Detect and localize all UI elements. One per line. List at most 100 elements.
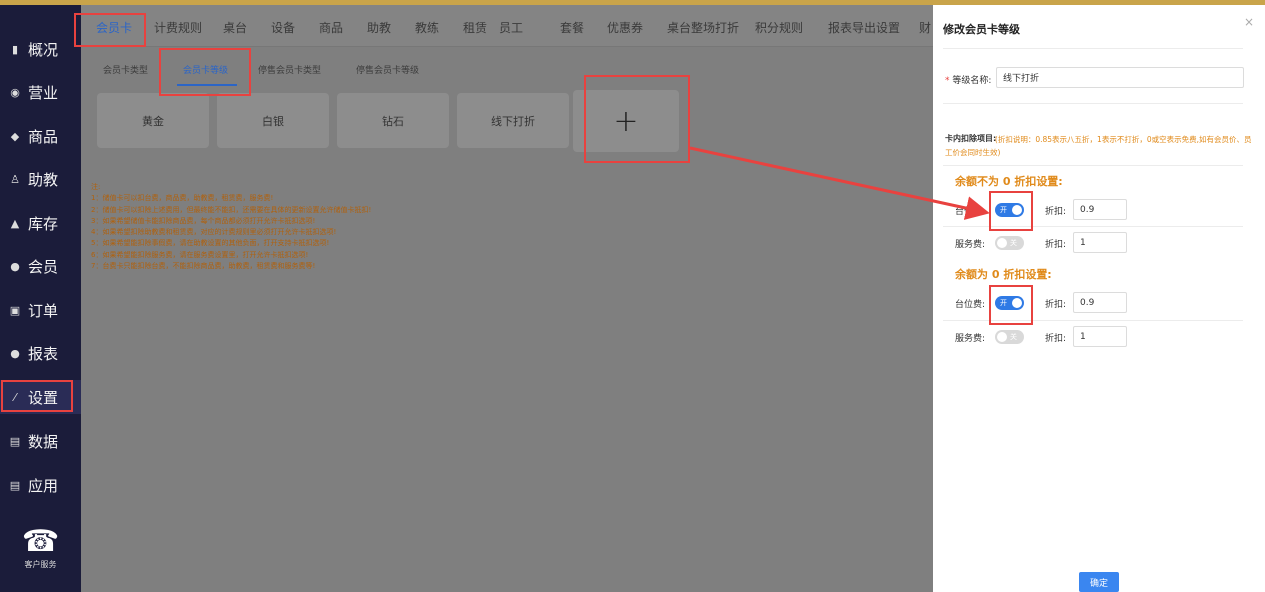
annotation-box-settings-item [1, 380, 73, 412]
sidebar-item-apps[interactable]: ▤ 应用 [0, 468, 81, 502]
note-line: 2：储值卡可以扣除上述费用，但最终能不能扣，还需要在具体的更新设置允许储值卡抵扣… [91, 205, 372, 214]
member-icon: ● [10, 259, 20, 273]
sidebar-item-assistant[interactable]: ♙ 助教 [0, 162, 81, 196]
bar-chart-icon: ▮ [11, 42, 19, 56]
level-card-offline-discount[interactable]: 线下打折 [457, 93, 569, 148]
tab-points-rules[interactable]: 积分规则 [755, 19, 803, 36]
sidebar-item-inventory[interactable]: ▲ 库存 [0, 206, 81, 240]
sidebar-item-member[interactable]: ● 会员 [0, 249, 81, 283]
level-name-label: * 等级名称: [945, 73, 991, 86]
tab-coaches[interactable]: 教练 [415, 19, 439, 36]
customer-service[interactable]: ☎ 客户服务 [0, 525, 81, 570]
toggle-text: 关 [1010, 333, 1017, 341]
table-fee-discount-input[interactable] [1073, 292, 1127, 313]
sidebar-item-label: 会员 [28, 257, 59, 276]
level-name-input[interactable] [996, 67, 1244, 88]
toggle-text: 关 [1010, 239, 1017, 247]
top-nav: 会员卡 计费规则 桌台 设备 商品 助教 教练 租赁 员工 套餐 优惠券 桌台整… [81, 5, 933, 47]
tab-finance[interactable]: 财 [919, 19, 931, 36]
telephone-icon: ☎ [21, 524, 60, 559]
sidebar-item-reports[interactable]: ● 报表 [0, 336, 81, 370]
discount-label: 折扣: [1045, 240, 1067, 250]
sidebar-item-orders[interactable]: ▣ 订单 [0, 293, 81, 327]
tab-goods[interactable]: 商品 [319, 19, 343, 36]
sidebar-item-label: 报表 [28, 344, 59, 363]
tab-report-export[interactable]: 报表导出设置 [828, 19, 900, 36]
tab-coupons[interactable]: 优惠券 [607, 19, 643, 36]
subtab-card-types[interactable]: 会员卡类型 [103, 63, 148, 76]
confirm-button[interactable]: 确定 [1079, 572, 1119, 592]
table-fee-discount-input[interactable] [1073, 199, 1127, 220]
level-card-silver[interactable]: 白银 [217, 93, 329, 148]
tab-assistants[interactable]: 助教 [367, 19, 391, 36]
note-line: 1：储值卡可以扣台费，商品费，助教费，租赁费，服务费! [91, 194, 274, 203]
divider [943, 165, 1243, 166]
sidebar-item-label: 数据 [28, 432, 59, 451]
panel-title: 修改会员卡等级 [943, 23, 1020, 36]
service-fee-label: 服务费: [955, 240, 986, 250]
sidebar-item-label: 订单 [28, 301, 59, 320]
tab-devices[interactable]: 设备 [271, 19, 295, 36]
discount-label: 折扣: [1045, 334, 1067, 344]
divider [943, 103, 1243, 104]
required-marker: * [945, 76, 950, 86]
level-name-label-text: 等级名称: [952, 76, 992, 86]
service-fee-label: 服务费: [955, 334, 986, 344]
sidebar-item-data[interactable]: ▤ 数据 [0, 424, 81, 458]
warehouse-icon: ▲ [10, 216, 20, 230]
notes-title: 注: [91, 183, 101, 191]
tab-packages[interactable]: 套餐 [560, 19, 584, 36]
sidebar-item-label: 库存 [28, 214, 59, 233]
note-line: 6：如果希望能扣除服务费，请在服务费设置里，打开允许卡抵扣选项! [91, 250, 309, 259]
app-icon: ▤ [9, 478, 21, 492]
level-card-diamond[interactable]: 钻石 [337, 93, 449, 148]
goods-icon: ◆ [10, 129, 20, 143]
annotation-box-add-button [584, 75, 690, 163]
sidebar-item-label: 应用 [28, 476, 59, 495]
divider [943, 226, 1243, 227]
service-fee-toggle[interactable]: 关 [995, 330, 1024, 344]
sidebar-item-label: 营业 [28, 83, 59, 102]
annotation-box-card-level-tab [159, 48, 251, 96]
data-icon: ▤ [9, 434, 21, 448]
sidebar: ▮ 概况 ◉ 营业 ◆ 商品 ♙ 助教 ▲ 库存 ● 会员 ▣ 订单 ● 报表 ⁄ 设置 ▤ 数据 … [0, 5, 81, 592]
subtab-discontinued-levels[interactable]: 停售会员卡等级 [356, 63, 419, 76]
annotation-box-member-card-tab [74, 13, 146, 47]
deduct-note-text: (折扣说明：0.85表示八五折，1表示不打折，0或空表示免费,如有会员价、员工价… [945, 135, 1252, 157]
divider [943, 48, 1243, 49]
tab-billing-rules[interactable]: 计费规则 [154, 19, 202, 36]
annotation-box-toggle-2 [989, 285, 1033, 325]
section-balance-zero-title: 余额为 0 折扣设置: [955, 268, 1052, 281]
sidebar-item-goods[interactable]: ◆ 商品 [0, 119, 81, 153]
sidebar-item-label: 商品 [28, 127, 59, 146]
subtab-discontinued-types[interactable]: 停售会员卡类型 [258, 63, 321, 76]
edit-level-panel: 修改会员卡等级 × * 等级名称: 卡内扣除项目: 卡内扣除项目: (折扣说明：… [933, 5, 1265, 592]
toggle-knob [997, 332, 1007, 342]
note-line: 7：台费卡只能扣除台费，不能扣除商品费，助教费，租赁费和服务费等! [91, 262, 316, 271]
annotation-box-toggle-1 [989, 191, 1033, 231]
customer-service-label: 客户服务 [24, 560, 57, 569]
sidebar-item-label: 概况 [28, 40, 59, 59]
tab-staff[interactable]: 员工 [499, 19, 523, 36]
table-fee-label: 台位费: [955, 207, 986, 217]
section-balance-nonzero-title: 余额不为 0 折扣设置: [955, 175, 1063, 188]
service-fee-discount-input[interactable] [1073, 232, 1127, 253]
service-fee-discount-input[interactable] [1073, 326, 1127, 347]
deduct-note: 卡内扣除项目: (折扣说明：0.85表示八五折，1表示不打折，0或空表示免费,如… [945, 133, 1255, 159]
person-icon: ♙ [10, 172, 20, 186]
discount-label: 折扣: [1045, 300, 1067, 310]
tab-table-discount[interactable]: 桌台整场打折 [667, 19, 739, 36]
tab-rental[interactable]: 租赁 [463, 19, 487, 36]
note-line: 5：如果希望能扣除事假费，请在助教设置的其他负面，打开支持卡抵扣选项! [91, 239, 330, 248]
note-line: 3：如果希望储值卡能扣除商品费，每个商品都必须打开允许卡抵扣选项! [91, 216, 316, 225]
sidebar-item-overview[interactable]: ▮ 概况 [0, 32, 81, 66]
close-icon[interactable]: × [1244, 15, 1254, 29]
order-icon: ▣ [9, 303, 21, 317]
sidebar-item-label: 助教 [28, 170, 59, 189]
sidebar-item-business[interactable]: ◉ 营业 [0, 75, 81, 109]
tab-tables[interactable]: 桌台 [223, 19, 247, 36]
level-card-gold[interactable]: 黄金 [97, 93, 209, 148]
service-fee-toggle[interactable]: 关 [995, 236, 1024, 250]
note-line: 4：如果希望扣除助教费和租赁费，对应的计费规则里必须打开允许卡抵扣选项! [91, 228, 337, 237]
report-icon: ● [10, 346, 20, 360]
